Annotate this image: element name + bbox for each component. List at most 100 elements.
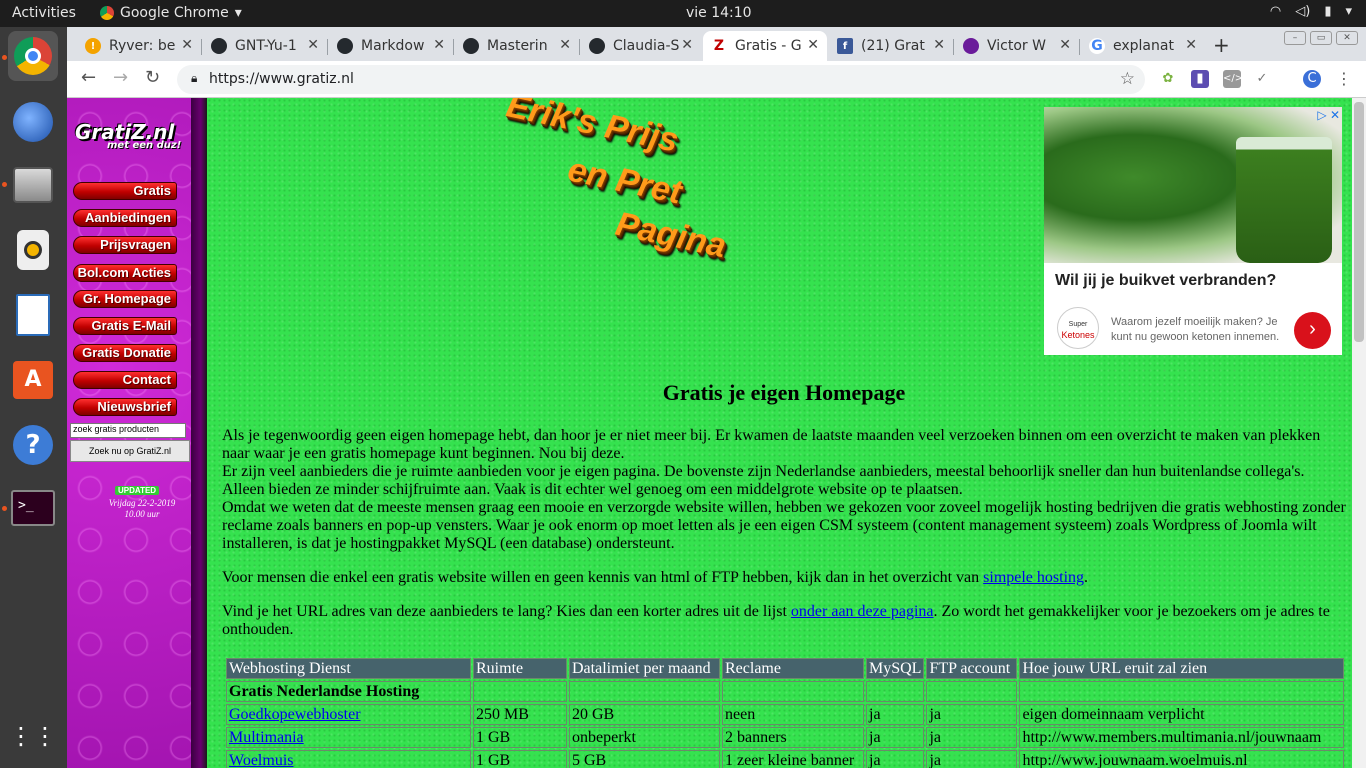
system-tray[interactable]: ◠ ◁) ▮ ▾ [1270,4,1352,19]
paragraph-text: . [1084,569,1089,586]
logo-tagline: met een duz! [107,140,182,151]
close-icon[interactable]: ✕ [307,37,319,53]
tab-facebook[interactable]: f (21) Grat ✕ [829,31,953,61]
close-icon[interactable]: ✕ [807,37,819,53]
tab-title: Ryver: be [109,38,176,54]
menu-nieuwsbrief[interactable]: Nieuwsbrief [73,398,177,416]
provider-link[interactable]: Woelmuis [229,752,293,768]
profile-avatar[interactable]: C [1303,70,1321,88]
table-cell: 1 zeer kleine banner [722,750,864,768]
software-center-icon[interactable]: A [8,355,58,405]
intro-line: installeren, is dat je hostingpakket MyS… [222,535,675,552]
close-icon[interactable]: ✕ [181,37,193,53]
updated-badge: UPDATED [115,486,160,495]
table-cell: 1 GB [473,750,567,768]
tab-victor[interactable]: Victor W ✕ [955,31,1079,61]
column-header: Datalimiet per maand [569,658,720,679]
gratiz-logo[interactable]: GratiZ.nl met een duz! [75,120,193,156]
writer-icon[interactable] [8,290,58,340]
url-text[interactable]: https://www.gratiz.nl [209,71,354,87]
menu-dots-icon[interactable]: ⋮ [1335,70,1353,88]
extension-check-icon[interactable]: ✓ [1253,70,1271,88]
tab-github-gnt[interactable]: GNT-Yu-1 ✕ [203,31,327,61]
close-icon[interactable]: ✕ [1185,37,1197,53]
simple-hosting-link[interactable]: simpele hosting [983,569,1084,586]
tab-title: Victor W [987,38,1046,54]
tab-ryver[interactable]: ! Ryver: be ✕ [77,31,201,61]
tab-github-markdown[interactable]: Markdow ✕ [329,31,453,61]
reload-button[interactable]: ↻ [145,67,160,88]
ad-cta-arrow-icon[interactable]: › [1294,312,1331,349]
bookmark-star-icon[interactable]: ☆ [1120,69,1135,89]
chrome-launcher-icon[interactable] [8,31,58,81]
help-icon[interactable]: ? [8,420,58,470]
ryver-icon: ! [85,38,101,54]
column-header: Ruimte [473,658,567,679]
menu-prijsvragen[interactable]: Prijsvragen [73,236,177,254]
ad-brand-logo: Super Ketones [1057,307,1099,349]
column-header: MySQL [866,658,925,679]
ad-juice-glass [1236,137,1332,263]
provider-link[interactable]: Goedkopewebhoster [229,706,361,723]
running-indicator [2,182,7,187]
intro-line: Er zijn veel aanbieders die je ruimte aa… [222,463,1305,480]
ad-headline[interactable]: Wil jij je buikvet verbranden? [1055,272,1276,290]
extension-code-icon[interactable]: </> [1223,70,1243,88]
tab-google[interactable]: G explanat ✕ [1081,31,1205,61]
banner-line-3: Pagina [612,204,730,266]
updated-date: Vrijdag 22-2-2019 10.00 uur [97,498,187,520]
menu-gr-homepage[interactable]: Gr. Homepage [73,290,177,308]
files-icon[interactable] [8,160,58,210]
tab-gratiz[interactable]: Z Gratis - G ✕ [703,31,827,61]
scrollbar-thumb[interactable] [1354,102,1364,342]
new-tab-button[interactable]: + [1213,33,1230,57]
search-button[interactable]: Zoek nu op GratiZ.nl [70,440,190,462]
provider-link[interactable]: Multimania [229,729,304,746]
close-window-icon[interactable]: ✕ [1336,31,1358,45]
hosting-table: Webhosting Dienst Ruimte Datalimiet per … [224,656,1346,768]
terminal-icon[interactable]: >_ [8,483,58,533]
close-icon[interactable]: ✕ [559,37,571,53]
bottom-of-page-link[interactable]: onder aan deze pagina [791,603,934,620]
close-icon[interactable]: ✕ [433,37,445,53]
empty-cell [866,681,925,702]
menu-gratis-email[interactable]: Gratis E-Mail [73,317,177,335]
table-section-row: Gratis Nederlandse Hosting [226,681,1345,702]
maximize-icon[interactable]: ▭ [1310,31,1332,45]
tab-separator [327,39,328,55]
adchoices-icon[interactable]: ▷ ✕ [1317,108,1340,122]
app-menu[interactable]: Google Chrome ▾ [100,5,242,21]
extension-bookmark-icon[interactable]: ▮ [1191,70,1209,88]
forward-button[interactable]: → [113,67,128,88]
tab-github-mastering[interactable]: Masterin ✕ [455,31,579,61]
column-header: Webhosting Dienst [226,658,471,679]
menu-contact[interactable]: Contact [73,371,177,389]
paragraph-text: Voor mensen die enkel een gratis website… [222,569,984,586]
menu-bolcom-acties[interactable]: Bol.com Acties [73,264,177,282]
gratiz-icon: Z [711,38,727,54]
menu-gratis-donatie[interactable]: Gratis Donatie [73,344,177,362]
address-bar[interactable]: 🔒︎ https://www.gratiz.nl ☆ [177,65,1145,94]
battery-icon: ▮ [1324,4,1332,19]
table-cell: http://www.members.multimania.nl/jouwnaa… [1019,727,1345,748]
page-scrollbar[interactable] [1352,98,1366,768]
menu-aanbiedingen[interactable]: Aanbiedingen [73,209,177,227]
menu-gratis[interactable]: Gratis [73,182,177,200]
minimize-icon[interactable]: – [1284,31,1306,45]
close-icon[interactable]: ✕ [681,37,693,53]
thunderbird-icon[interactable] [8,97,58,147]
tab-github-claudia[interactable]: Claudia-S ✕ [581,31,701,61]
close-icon[interactable]: ✕ [1059,37,1071,53]
back-button[interactable]: ← [81,67,96,88]
close-icon[interactable]: ✕ [933,37,945,53]
search-input[interactable]: zoek gratis producten [70,423,186,438]
advertisement[interactable]: ▷ ✕ Wil jij je buikvet verbranden? Super… [1044,107,1342,355]
table-cell: onbeperkt [569,727,720,748]
extension-leaf-icon[interactable]: ✿ [1159,70,1177,88]
lock-icon[interactable]: 🔒︎ [191,71,197,86]
clock[interactable]: vie 14:10 [686,5,752,21]
activities-button[interactable]: Activities [12,5,76,21]
rhythmbox-icon[interactable] [8,225,58,275]
browser-window: ! Ryver: be ✕ GNT-Yu-1 ✕ Markdow ✕ Maste… [67,27,1366,98]
show-apps-icon[interactable]: ⋮⋮ [8,711,58,761]
